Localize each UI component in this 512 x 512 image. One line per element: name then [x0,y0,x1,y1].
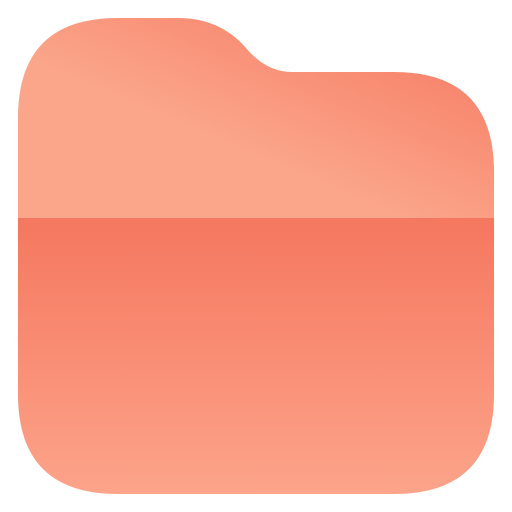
canvas [0,0,512,512]
folder-front [18,218,494,494]
folder-icon[interactable] [0,0,512,512]
folder-back [18,18,494,220]
